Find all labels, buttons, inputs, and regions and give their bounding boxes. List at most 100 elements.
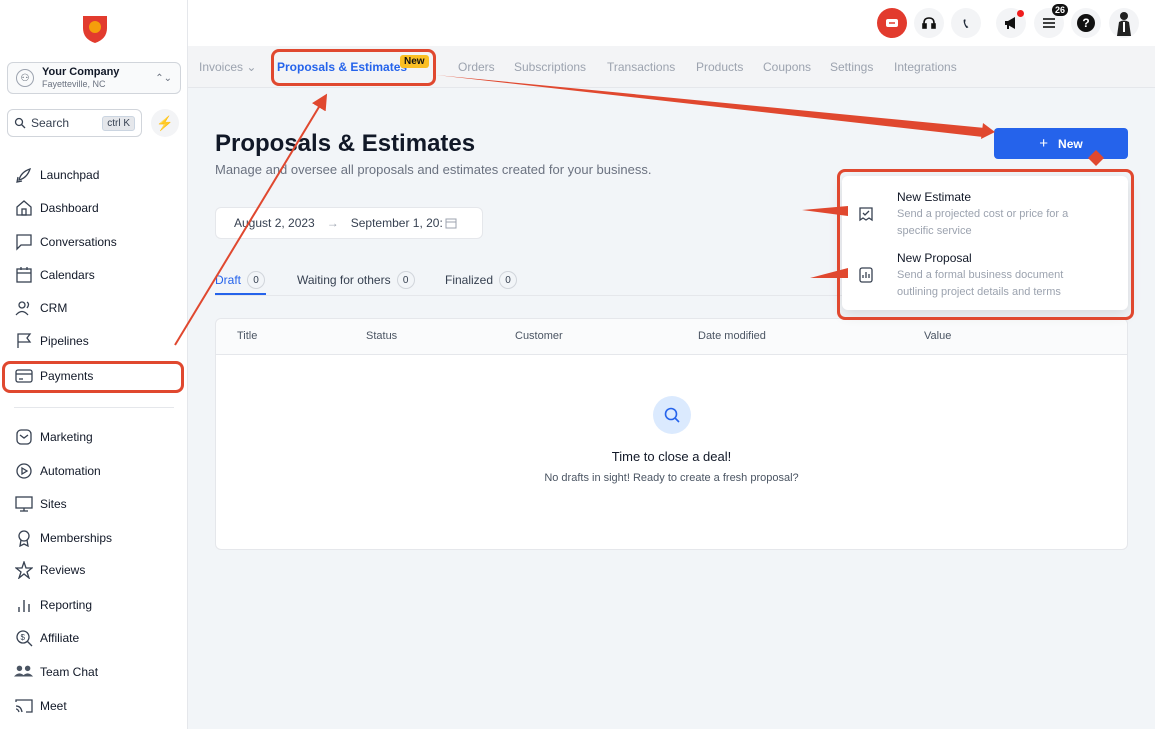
sidebar-item-label: Automation xyxy=(40,464,101,478)
company-name: Your Company xyxy=(42,66,120,78)
column-title[interactable]: Title xyxy=(237,330,257,342)
search-label: Search xyxy=(31,116,70,130)
list-icon xyxy=(1043,18,1055,28)
plus-icon: + xyxy=(1039,135,1049,152)
calendar-icon xyxy=(445,218,457,229)
mail-icon xyxy=(14,427,34,447)
tab-label: Waiting for others xyxy=(297,273,391,287)
top-bar: 📞︎ 26 ? xyxy=(188,0,1155,46)
empty-state-search-icon xyxy=(653,396,691,434)
sidebar-item-sites[interactable]: Sites xyxy=(14,491,67,517)
tab-integrations[interactable]: Integrations xyxy=(894,60,957,74)
quick-actions-button[interactable]: ⚡ xyxy=(151,109,179,137)
tab-subscriptions[interactable]: Subscriptions xyxy=(514,60,586,74)
profile-photo-icon xyxy=(1117,12,1131,36)
new-button-label: New xyxy=(1058,136,1083,151)
company-logo xyxy=(81,14,109,44)
play-icon xyxy=(14,461,34,481)
award-icon xyxy=(14,528,34,548)
sidebar-item-label: CRM xyxy=(40,301,68,315)
new-button[interactable]: + New xyxy=(994,128,1128,159)
sidebar-item-label: Team Chat xyxy=(40,665,99,679)
phone-button[interactable]: 📞︎ xyxy=(951,8,981,38)
svg-text:$: $ xyxy=(21,633,26,642)
tab-transactions[interactable]: Transactions xyxy=(607,60,675,74)
tab-invoices[interactable]: Invoices ⌄ xyxy=(199,60,256,74)
tab-label: Draft xyxy=(215,273,242,287)
chat-icon xyxy=(14,232,34,252)
tab-coupons[interactable]: Coupons xyxy=(763,60,811,74)
tab-count: 0 xyxy=(499,271,518,289)
sidebar-divider xyxy=(14,407,174,408)
sidebar-item-label: Sites xyxy=(40,497,67,511)
notification-dot xyxy=(1017,10,1024,17)
page-subtitle: Manage and oversee all proposals and est… xyxy=(215,162,652,177)
highlight-proposals-tab xyxy=(271,49,436,86)
empty-state-title: Time to close a deal! xyxy=(611,449,732,464)
sidebar-item-pipelines[interactable]: Pipelines xyxy=(14,328,89,354)
phone-system-button[interactable] xyxy=(877,8,907,38)
proposals-table: Title Status Customer Date modified Valu… xyxy=(215,318,1128,550)
search-input[interactable]: Search ctrl K xyxy=(7,109,142,137)
tab-draft[interactable]: Draft 0 xyxy=(215,271,266,289)
bolt-icon: ⚡ xyxy=(156,114,174,131)
sidebar-item-team-chat[interactable]: Team Chat xyxy=(14,659,98,685)
column-customer[interactable]: Customer xyxy=(515,330,563,342)
company-location: Fayetteville, NC xyxy=(42,79,106,89)
date-from: August 2, 2023 xyxy=(234,216,315,230)
cast-icon xyxy=(14,696,34,716)
sidebar-item-conversations[interactable]: Conversations xyxy=(14,229,117,255)
sidebar-item-label: Reviews xyxy=(40,563,86,577)
active-tab-indicator xyxy=(215,293,266,295)
sidebar-item-reporting[interactable]: Reporting xyxy=(14,592,92,618)
sidebar-item-memberships[interactable]: Memberships xyxy=(14,525,112,551)
sidebar-item-crm[interactable]: CRM xyxy=(14,295,67,321)
arrow-right-icon: → xyxy=(326,216,339,230)
sidebar-item-calendars[interactable]: Calendars xyxy=(14,262,95,288)
user-avatar[interactable] xyxy=(1109,8,1139,38)
sidebar-item-launchpad[interactable]: Launchpad xyxy=(14,162,99,188)
column-value[interactable]: Value xyxy=(924,330,951,342)
tab-waiting-for-others[interactable]: Waiting for others 0 xyxy=(297,271,415,289)
sidebar-item-automation[interactable]: Automation xyxy=(14,458,101,484)
home-icon xyxy=(14,198,34,218)
date-to: September 1, 20: xyxy=(350,216,443,230)
calendar-icon xyxy=(14,265,34,285)
sidebar-item-label: Meet xyxy=(40,699,67,713)
sidebar-item-meet[interactable]: Meet xyxy=(14,693,67,719)
dollar-search-icon: $ xyxy=(14,628,34,648)
tab-finalized[interactable]: Finalized 0 xyxy=(445,271,518,289)
sidebar-item-label: Launchpad xyxy=(40,168,100,182)
company-avatar-icon: ⚇ xyxy=(16,69,34,87)
sidebar-item-label: Calendars xyxy=(40,268,95,282)
support-button[interactable] xyxy=(914,8,944,38)
help-button[interactable]: ? xyxy=(1071,8,1101,38)
sidebar-item-label: Dashboard xyxy=(40,201,99,215)
tasks-button[interactable]: 26 xyxy=(1034,4,1068,38)
sidebar-item-marketing[interactable]: Marketing xyxy=(14,424,93,450)
team-icon xyxy=(14,662,34,682)
sidebar-item-label: Affiliate xyxy=(40,631,80,645)
column-status[interactable]: Status xyxy=(366,330,397,342)
tab-settings[interactable]: Settings xyxy=(830,60,873,74)
monitor-icon xyxy=(14,494,34,514)
flag-icon xyxy=(14,331,34,351)
tab-products[interactable]: Products xyxy=(696,60,743,74)
headset-icon xyxy=(922,17,936,29)
star-icon xyxy=(14,560,34,580)
phone-icon: 📞︎ xyxy=(963,14,969,31)
notification-count-badge: 26 xyxy=(1051,4,1068,16)
sidebar-item-dashboard[interactable]: Dashboard xyxy=(14,195,99,221)
megaphone-icon xyxy=(1005,17,1015,29)
column-date-modified[interactable]: Date modified xyxy=(698,330,766,342)
company-switcher[interactable]: ⚇ Your Company Fayetteville, NC ⌃⌄ xyxy=(7,62,181,94)
page-title: Proposals & Estimates xyxy=(215,130,476,157)
help-icon: ? xyxy=(1077,14,1095,32)
tab-orders[interactable]: Orders xyxy=(458,60,495,74)
sidebar-item-label: Memberships xyxy=(40,531,113,545)
sidebar-item-reviews[interactable]: Reviews xyxy=(14,557,85,583)
sidebar-item-label: Pipelines xyxy=(40,334,89,348)
announcements-button[interactable] xyxy=(996,8,1026,38)
sidebar-item-affiliate[interactable]: $ Affiliate xyxy=(14,625,79,651)
date-range-picker[interactable]: August 2, 2023 → September 1, 20: xyxy=(215,207,483,239)
